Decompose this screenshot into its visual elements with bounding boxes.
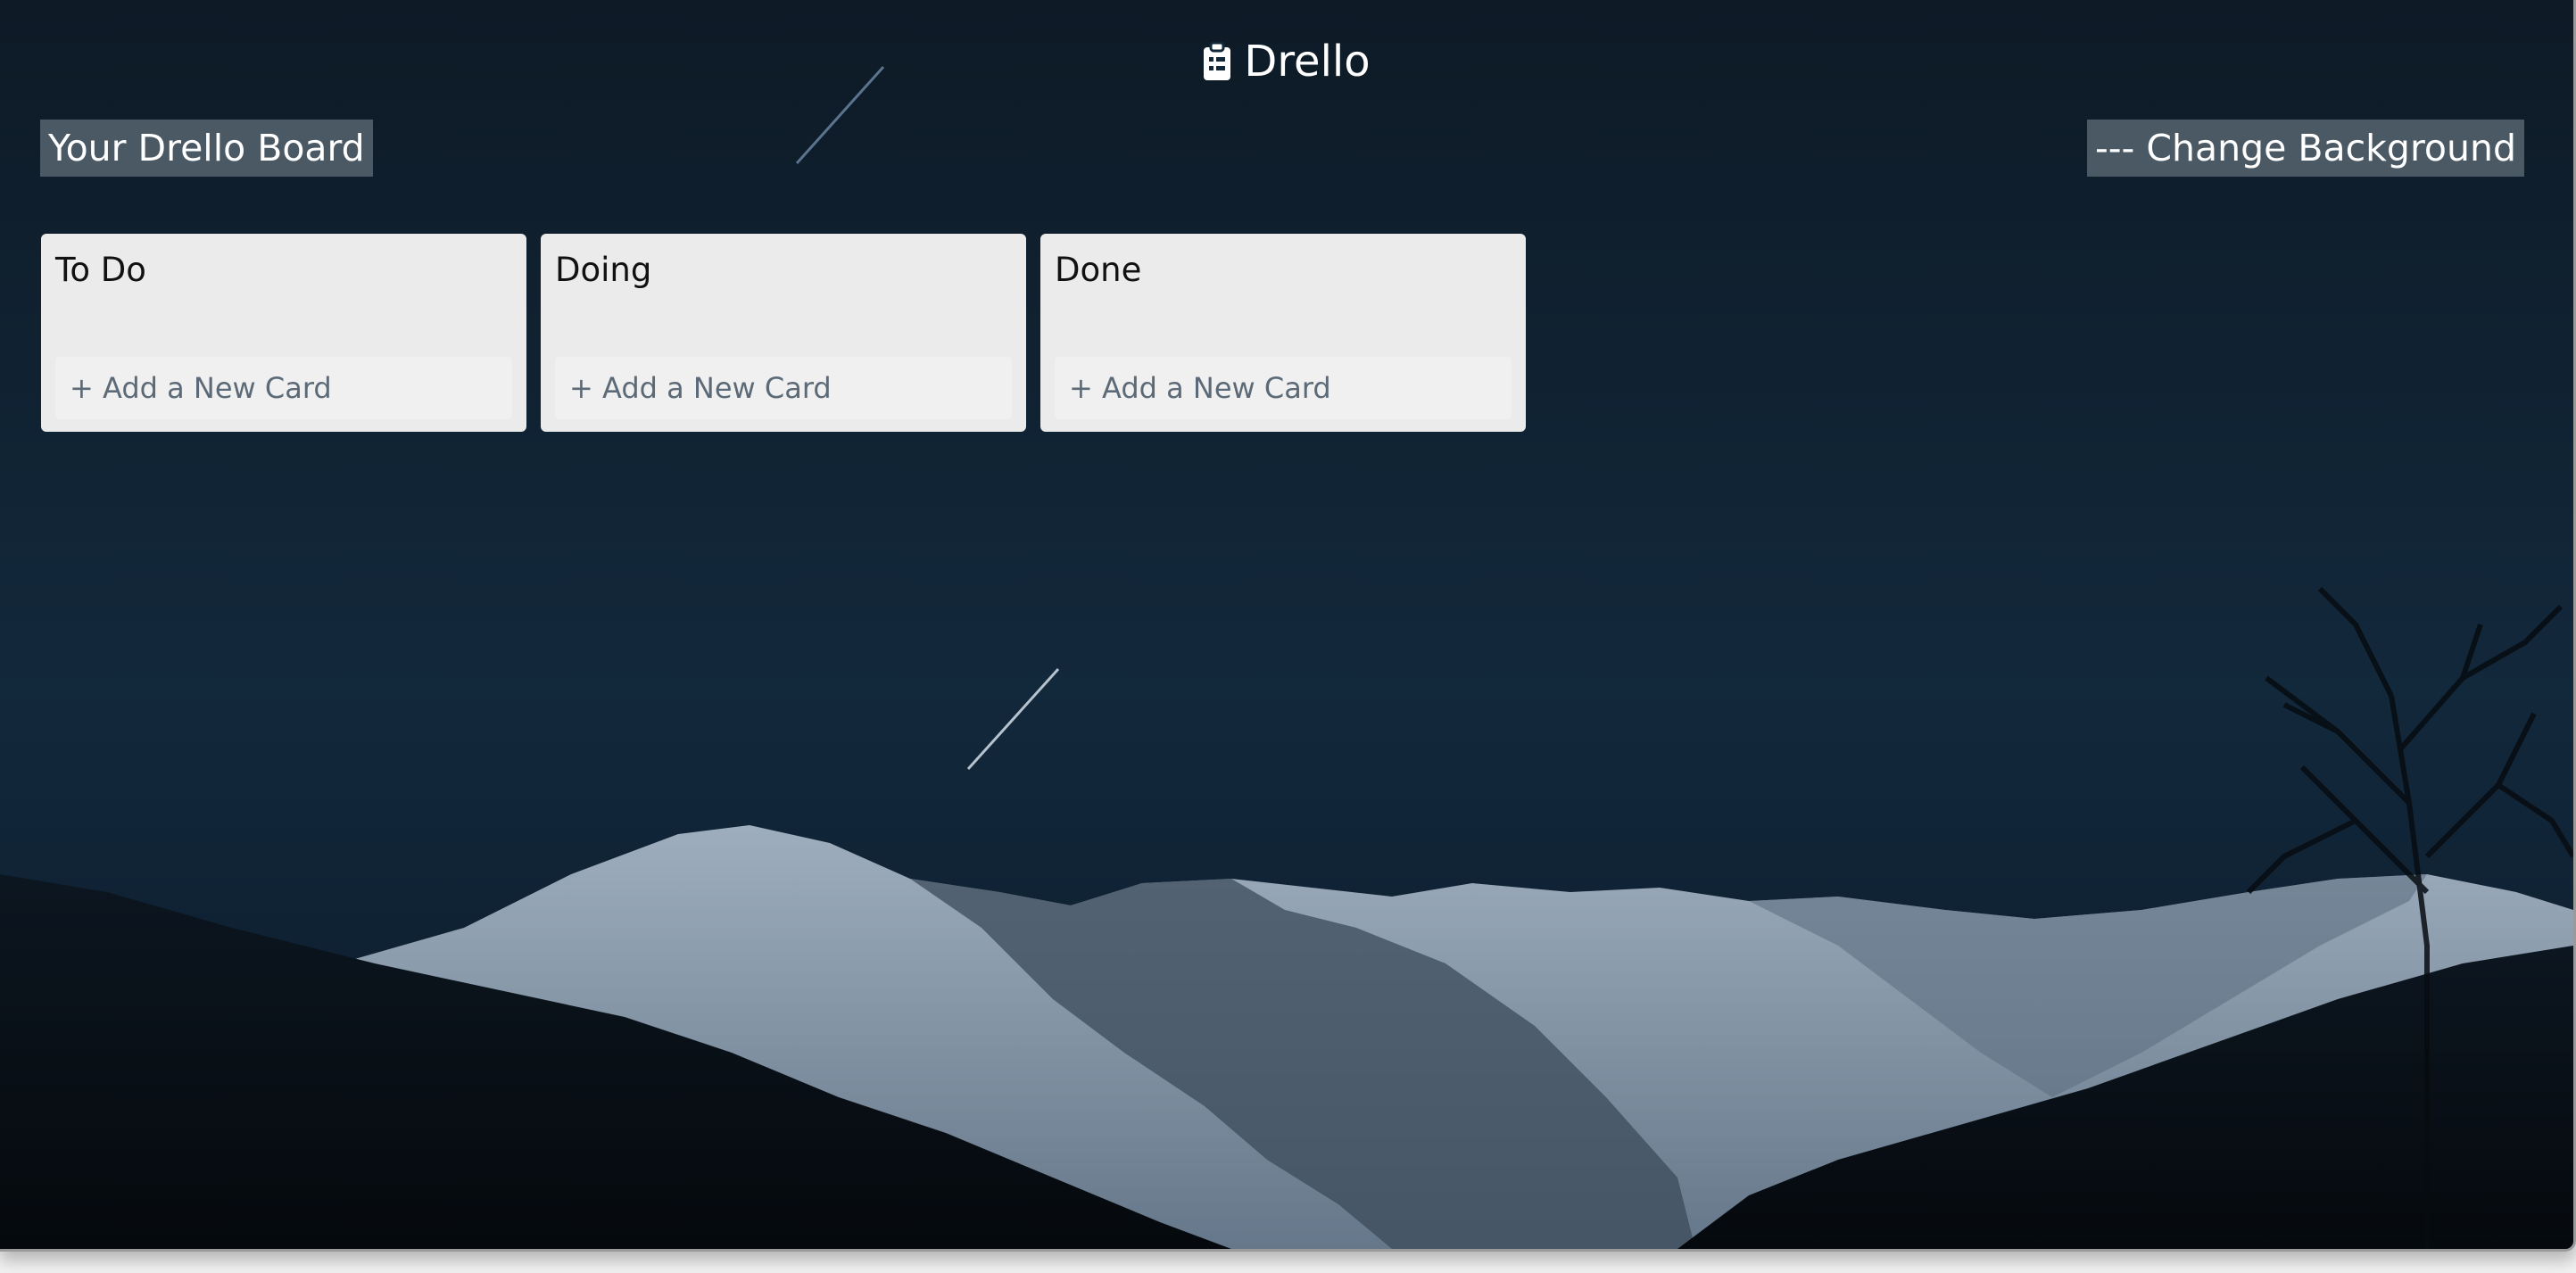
app-window: Drello Your Drello Board --- Change Back… — [0, 0, 2576, 1252]
clipboard-list-icon — [1203, 37, 1231, 80]
board-lists: To Do + Add a New Card Doing + Add a New… — [41, 234, 1526, 432]
add-card-button[interactable]: + Add a New Card — [1055, 357, 1512, 419]
list-title: To Do — [55, 251, 146, 289]
app-title: Drello — [1244, 37, 1371, 87]
add-card-button[interactable]: + Add a New Card — [55, 357, 512, 419]
list-to-do: To Do + Add a New Card — [41, 234, 526, 432]
list-done: Done + Add a New Card — [1040, 234, 1526, 432]
app-header: Drello — [0, 32, 2573, 91]
add-card-button[interactable]: + Add a New Card — [555, 357, 1012, 419]
list-title: Done — [1055, 251, 1142, 289]
background-image — [0, 65, 2573, 1249]
list-title: Doing — [555, 251, 652, 289]
list-doing: Doing + Add a New Card — [541, 234, 1026, 432]
board-title: Your Drello Board — [40, 120, 373, 177]
change-background-button[interactable]: --- Change Background — [2086, 120, 2524, 177]
